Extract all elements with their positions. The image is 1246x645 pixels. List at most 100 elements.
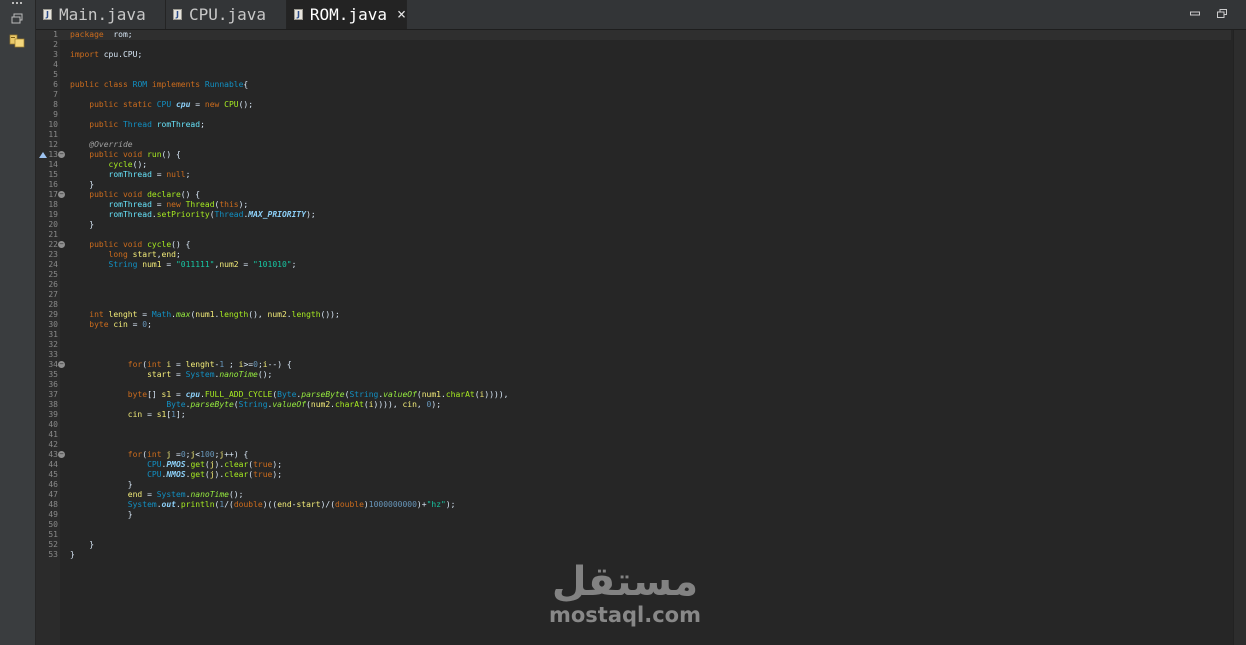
close-icon[interactable]: × <box>397 7 406 22</box>
code-line[interactable]: 37 byte[] s1 = cpu.FULL_ADD_CYCLE(Byte.p… <box>36 390 1231 400</box>
code-line[interactable]: 11 <box>36 130 1231 140</box>
restore-icon[interactable] <box>9 12 25 26</box>
code-line[interactable]: 6 public class ROM implements Runnable{ <box>36 80 1231 90</box>
code-text: String num1 = "011111",num2 = "101010"; <box>70 260 297 270</box>
code-line[interactable]: 20 } <box>36 220 1231 230</box>
code-token: cin <box>402 400 417 409</box>
code-line[interactable]: 19 romThread.setPriority(Thread.MAX_PRIO… <box>36 210 1231 220</box>
tab-rom-java[interactable]: J ROM.java × <box>287 0 407 29</box>
code-line[interactable]: 12 @Override <box>36 140 1231 150</box>
fold-icon[interactable]: − <box>58 151 65 158</box>
override-marker-icon[interactable] <box>39 152 47 158</box>
code-token: = <box>161 260 176 269</box>
code-token: ]; <box>176 410 186 419</box>
code-token: CPU <box>156 100 176 109</box>
code-line[interactable]: 31 <box>36 330 1231 340</box>
code-line[interactable]: 9 <box>36 110 1231 120</box>
code-line[interactable]: 15 romThread = null; <box>36 170 1231 180</box>
code-line[interactable]: 21 <box>36 230 1231 240</box>
code-token: NMOS <box>166 470 186 479</box>
code-token: cpu.CPU; <box>98 50 143 59</box>
code-line[interactable]: 39 cin = s1[1]; <box>36 410 1231 420</box>
code-token: System <box>156 490 186 499</box>
code-line[interactable]: 23 long start,end; <box>36 250 1231 260</box>
tab-cpu-java[interactable]: J CPU.java <box>166 0 287 29</box>
code-line[interactable]: 1 package rom; <box>36 30 1231 40</box>
code-editor[interactable]: 1 package rom; 2 3 import cpu.CPU; 4 5 6 public … <box>36 30 1246 645</box>
code-token: = <box>127 320 143 329</box>
tab-main-java[interactable]: J Main.java <box>36 0 166 29</box>
code-line[interactable]: 33 <box>36 350 1231 360</box>
code-line[interactable]: 50 <box>36 520 1231 530</box>
code-line[interactable]: 34− for(int i = lenght-1 ; i>=0;i--) { <box>36 360 1231 370</box>
code-line[interactable]: 25 <box>36 270 1231 280</box>
code-text: } <box>70 510 133 520</box>
code-token: long <box>108 250 133 259</box>
code-line[interactable]: 3 import cpu.CPU; <box>36 50 1231 60</box>
code-token: ROM <box>132 80 148 89</box>
code-line[interactable]: 27 <box>36 290 1231 300</box>
code-line[interactable]: 49 } <box>36 510 1231 520</box>
minimize-icon[interactable] <box>1190 9 1200 18</box>
line-number: 51 <box>48 530 58 539</box>
fold-icon[interactable]: − <box>58 241 65 248</box>
code-text: long start,end; <box>70 250 181 260</box>
fold-icon[interactable]: − <box>58 451 65 458</box>
code-token: (); <box>228 490 244 499</box>
code-token: "101010" <box>253 260 292 269</box>
code-line[interactable]: 22− public void cycle() { <box>36 240 1231 250</box>
fold-icon[interactable]: − <box>58 361 65 368</box>
code-token: clear <box>224 460 249 469</box>
code-line[interactable]: 41 <box>36 430 1231 440</box>
code-token: System <box>185 370 215 379</box>
code-line[interactable]: 30 byte cin = 0; <box>36 320 1231 330</box>
code-line[interactable]: 24 String num1 = "011111",num2 = "101010… <box>36 260 1231 270</box>
code-line[interactable]: 45 CPU.NMOS.get(j).clear(true); <box>36 470 1231 480</box>
code-line[interactable]: 42 <box>36 440 1231 450</box>
code-line[interactable]: 2 <box>36 40 1231 50</box>
code-token: ; <box>224 360 239 369</box>
code-line[interactable]: 47 end = System.nanoTime(); <box>36 490 1231 500</box>
maximize-icon[interactable] <box>1217 9 1227 18</box>
code-token: setPriority <box>156 210 210 219</box>
code-line[interactable]: 36 <box>36 380 1231 390</box>
package-explorer-icon[interactable] <box>9 34 25 48</box>
vertical-scrollbar[interactable] <box>1233 30 1246 645</box>
code-token: () { <box>180 190 201 199</box>
tab-label: ROM.java <box>309 5 387 24</box>
code-token: run <box>147 150 162 159</box>
code-line[interactable]: 10 public Thread romThread; <box>36 120 1231 130</box>
code-token: cpu <box>175 100 191 109</box>
code-line[interactable]: 38 Byte.parseByte(String.valueOf(num2.ch… <box>36 400 1231 410</box>
line-number: 7 <box>53 90 58 99</box>
code-line[interactable]: 46 } <box>36 480 1231 490</box>
code-line[interactable]: 28 <box>36 300 1231 310</box>
code-line[interactable]: 51 <box>36 530 1231 540</box>
menu-dots-icon[interactable] <box>9 0 25 6</box>
code-line[interactable]: 40 <box>36 420 1231 430</box>
code-token: int <box>89 310 109 319</box>
code-line[interactable]: 17− public void declare() { <box>36 190 1231 200</box>
code-line[interactable]: 16 } <box>36 180 1231 190</box>
code-line[interactable]: 8 public static CPU cpu = new CPU(); <box>36 100 1231 110</box>
code-line[interactable]: 4 <box>36 60 1231 70</box>
code-line[interactable]: 18 romThread = new Thread(this); <box>36 200 1231 210</box>
code-line[interactable]: 52 } <box>36 540 1231 550</box>
code-line[interactable]: 5 <box>36 70 1231 80</box>
code-line[interactable]: 35 start = System.nanoTime(); <box>36 370 1231 380</box>
code-line[interactable]: 44 CPU.PMOS.get(j).clear(true); <box>36 460 1231 470</box>
code-line[interactable]: 32 <box>36 340 1231 350</box>
fold-icon[interactable]: − <box>58 191 65 198</box>
code-line[interactable]: 7 <box>36 90 1231 100</box>
code-line[interactable]: 43− for(int j =0;j<100;j++) { <box>36 450 1231 460</box>
code-token: Thread <box>214 210 244 219</box>
code-line[interactable]: 13− public void run() { <box>36 150 1231 160</box>
code-line[interactable]: 14 cycle(); <box>36 160 1231 170</box>
code-line[interactable]: 26 <box>36 280 1231 290</box>
code-line[interactable]: 48 System.out.println(1/(double)((end-st… <box>36 500 1231 510</box>
code-token: nanoTime <box>190 490 229 499</box>
code-line[interactable]: 29 int lenght = Math.max(num1.length(), … <box>36 310 1231 320</box>
